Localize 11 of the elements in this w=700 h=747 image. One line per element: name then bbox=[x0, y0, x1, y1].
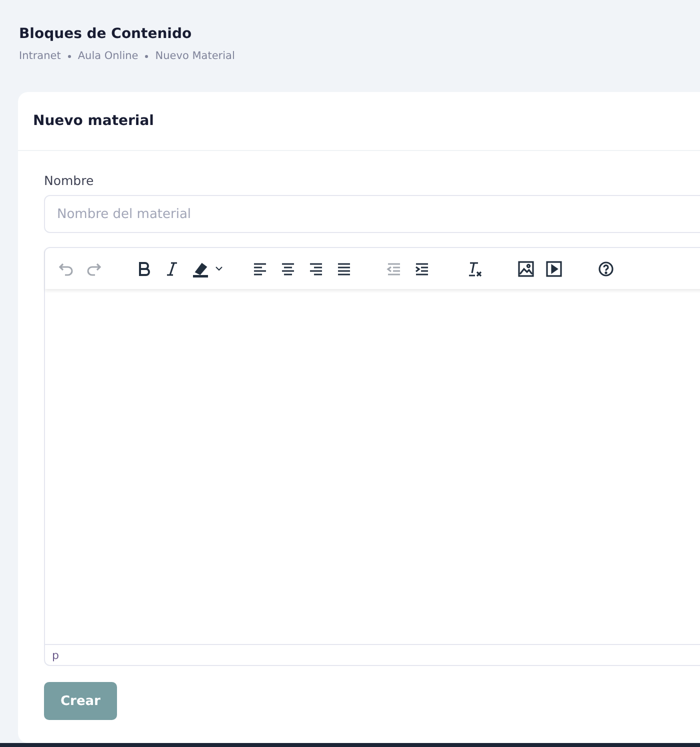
element-path[interactable]: p bbox=[52, 648, 59, 662]
breadcrumb-link[interactable]: Aula Online bbox=[78, 50, 138, 62]
create-button[interactable]: Crear bbox=[44, 682, 117, 720]
breadcrumb-link[interactable]: Nuevo Material bbox=[155, 50, 235, 62]
breadcrumb-link[interactable]: Intranet bbox=[19, 50, 61, 62]
card-title: Nuevo material bbox=[33, 113, 154, 129]
breadcrumb-separator bbox=[145, 54, 148, 58]
page-title: Bloques de Contenido bbox=[19, 26, 193, 42]
field-label: Nombre bbox=[44, 173, 95, 188]
name-input-field[interactable]: Nombre del material bbox=[44, 195, 700, 233]
breadcrumb-separator bbox=[68, 54, 71, 58]
